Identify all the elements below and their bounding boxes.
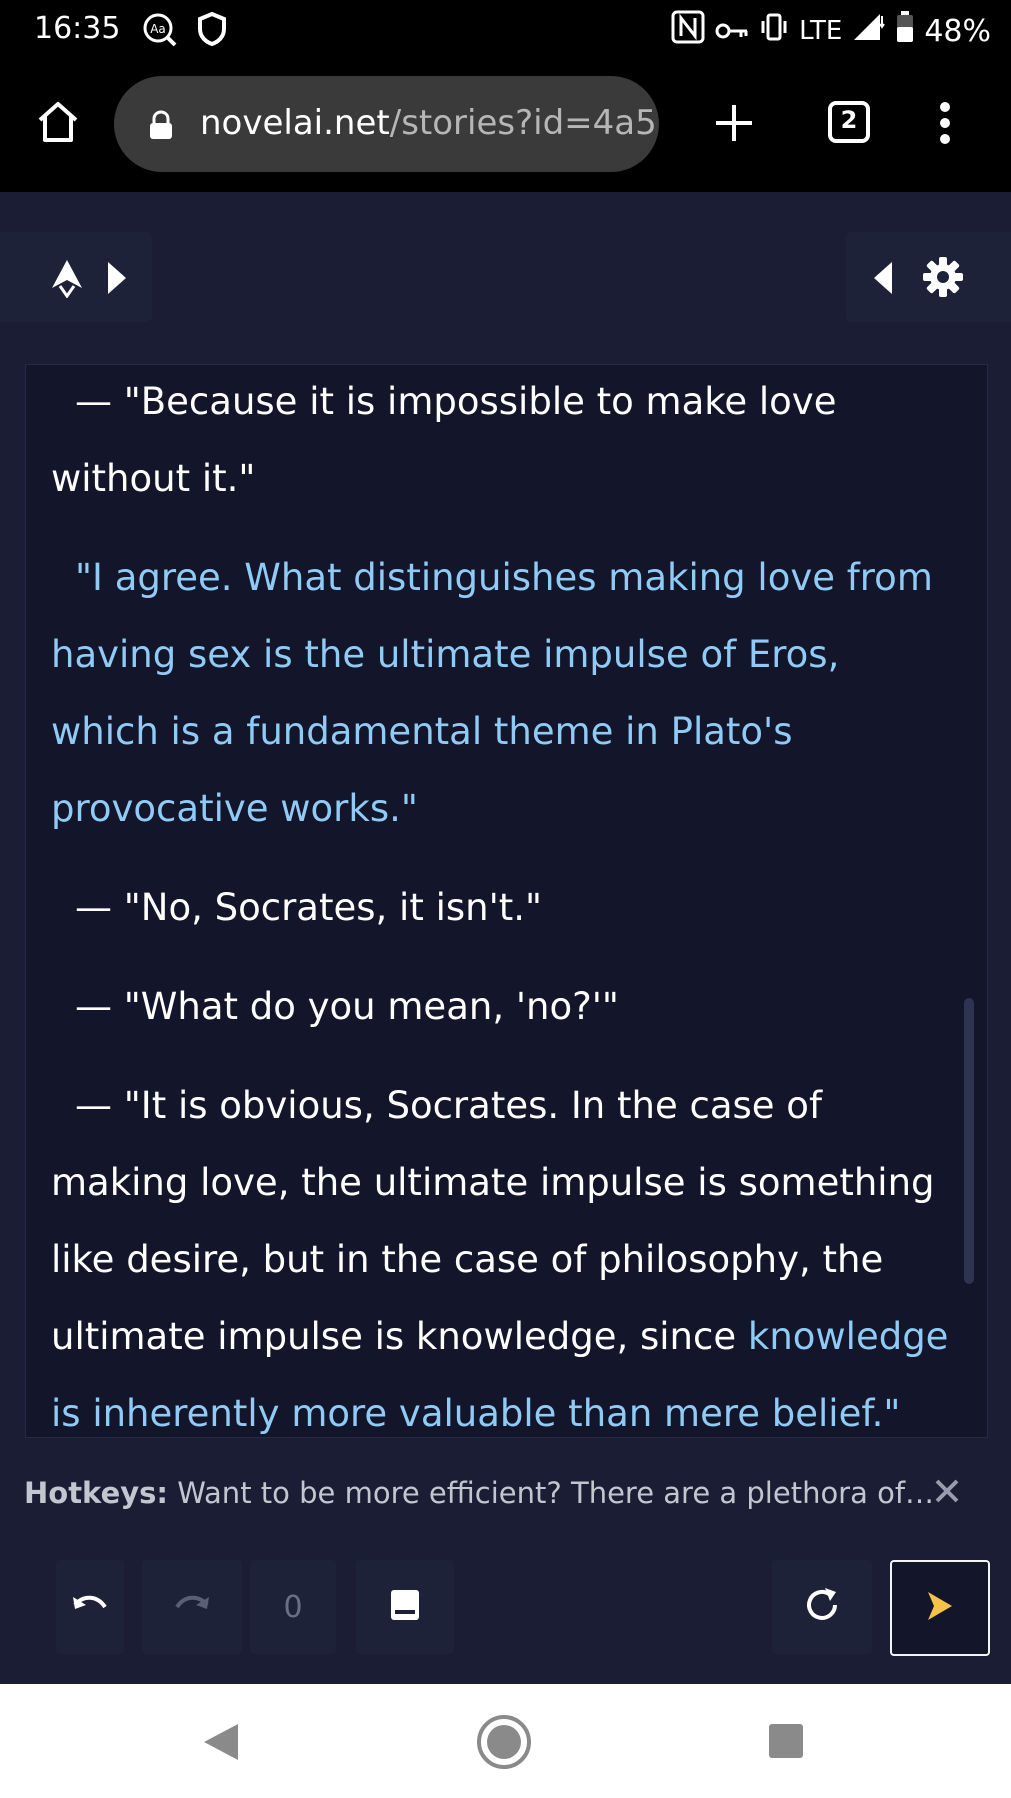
- battery-percent: 48%: [924, 13, 991, 49]
- close-tip-icon[interactable]: [934, 1478, 960, 1508]
- battery-icon: [896, 11, 914, 51]
- browser-toolbar: novelai.net/stories?id=4a5 2: [0, 58, 1011, 192]
- url-host: novelai.net: [200, 103, 390, 143]
- home-circle-icon[interactable]: [476, 1714, 532, 1774]
- refresh-icon: [803, 1586, 841, 1628]
- retry-button[interactable]: [772, 1560, 872, 1654]
- story-paragraph: — "What do you mean, 'no?'": [51, 968, 951, 1045]
- story-editor[interactable]: — "Because it is impossible to make love…: [25, 364, 988, 1438]
- story-paragraph: — "No, Socrates, it isn't.": [51, 869, 951, 946]
- send-arrow-icon: [925, 1589, 955, 1627]
- story-paragraph: — "Because it is impossible to make love…: [51, 365, 951, 517]
- network-type: LTE: [799, 16, 843, 46]
- nfc-icon: [671, 10, 705, 52]
- retry-counter: 0: [250, 1560, 336, 1654]
- settings-gear-icon: [922, 256, 964, 302]
- status-time: 16:35: [34, 11, 121, 46]
- tab-count: 2: [840, 106, 858, 134]
- new-tab-icon[interactable]: [713, 102, 755, 148]
- user-text: — "Because it is impossible to make love…: [51, 380, 837, 500]
- system-nav-bar: [0, 1684, 1011, 1798]
- svg-text:Aa: Aa: [150, 22, 166, 36]
- tab-switcher-button[interactable]: 2: [827, 100, 871, 144]
- novelai-logo-icon: [50, 258, 84, 302]
- url-text: novelai.net/stories?id=4a5: [200, 103, 657, 143]
- back-icon[interactable]: [202, 1722, 240, 1766]
- home-icon[interactable]: [34, 98, 82, 150]
- left-sidebar-toggle[interactable]: [0, 232, 152, 322]
- editor-scrollbar[interactable]: [964, 998, 974, 1284]
- url-path: /stories?id=4a5: [389, 103, 657, 143]
- shield-icon: [198, 11, 226, 54]
- story-paragraph: "I agree. What distinguishes making love…: [51, 539, 951, 847]
- vibrate-icon: [759, 12, 789, 50]
- tip-label: Hotkeys:: [24, 1476, 168, 1510]
- address-bar[interactable]: novelai.net/stories?id=4a5: [114, 76, 659, 172]
- user-text: — "What do you mean, 'no?'": [75, 985, 619, 1028]
- input-mode-button[interactable]: [356, 1560, 454, 1654]
- status-bar: 16:35 Aa LTE 48%: [0, 0, 1011, 58]
- undo-button[interactable]: [56, 1560, 124, 1654]
- signal-icon: [852, 12, 886, 50]
- retry-count: 0: [283, 1589, 303, 1625]
- menu-kebab-icon[interactable]: [938, 102, 952, 148]
- right-sidebar-toggle[interactable]: [846, 232, 1011, 322]
- expand-right-icon: [106, 260, 128, 300]
- send-button[interactable]: [890, 1560, 990, 1656]
- hotkeys-tip: Hotkeys: Want to be more efficient? Ther…: [24, 1476, 934, 1510]
- lock-icon: [148, 110, 174, 144]
- redo-button[interactable]: [142, 1560, 242, 1654]
- story-text[interactable]: — "Because it is impossible to make love…: [51, 365, 951, 1437]
- recents-icon[interactable]: [768, 1723, 804, 1763]
- book-icon: [390, 1589, 420, 1625]
- user-text: — "No, Socrates, it isn't.": [75, 886, 543, 929]
- vpn-key-icon: [715, 14, 749, 49]
- expand-left-icon: [872, 260, 894, 300]
- story-paragraph: — "It is obvious, Socrates. In the case …: [51, 1067, 951, 1437]
- font-size-icon: Aa: [142, 12, 178, 56]
- tip-text: Want to be more efficient? There are a p…: [168, 1476, 935, 1510]
- redo-icon: [173, 1593, 211, 1621]
- undo-icon: [71, 1593, 109, 1621]
- ai-text: "I agree. What distinguishes making love…: [51, 556, 933, 830]
